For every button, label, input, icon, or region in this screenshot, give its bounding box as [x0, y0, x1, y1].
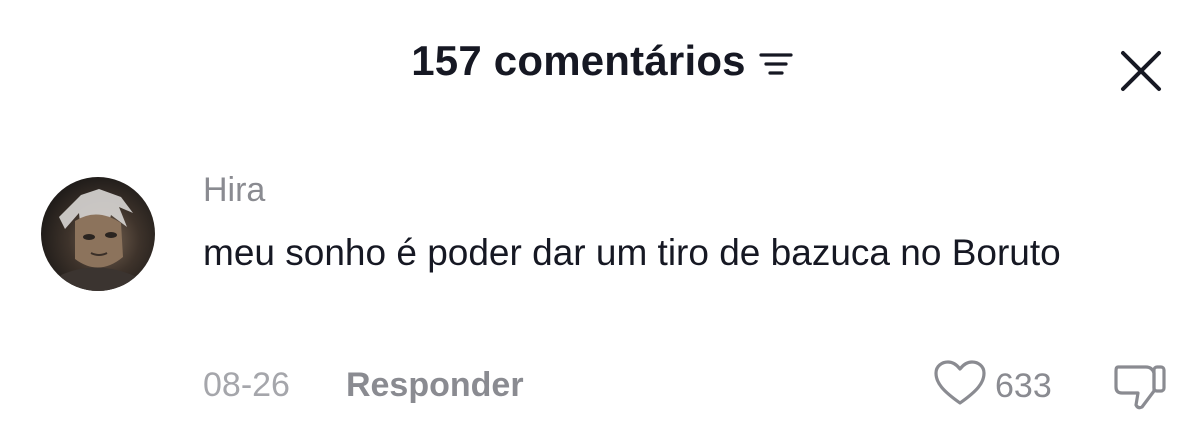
- comment-username[interactable]: Hira: [203, 170, 265, 210]
- comment-item: Hira meu sonho é poder dar um tiro de ba…: [0, 170, 1199, 442]
- sort-filter-icon[interactable]: [756, 47, 796, 81]
- comment-meta: 08-26 Responder: [203, 365, 524, 405]
- like-button[interactable]: 633: [933, 359, 1052, 412]
- close-icon[interactable]: [1117, 47, 1165, 95]
- thumbs-down-icon[interactable]: [1112, 361, 1168, 411]
- user-avatar[interactable]: [41, 177, 155, 291]
- like-count: 633: [995, 366, 1052, 405]
- comment-text: meu sonho é poder dar um tiro de bazuca …: [203, 232, 1061, 273]
- comments-header: 157 comentários: [0, 0, 1199, 140]
- comment-date: 08-26: [203, 366, 290, 404]
- heart-icon: [933, 359, 987, 412]
- header-title-group: 157 comentários: [0, 40, 1199, 82]
- reply-button[interactable]: Responder: [346, 365, 524, 405]
- comments-count-title: 157 comentários: [411, 37, 746, 84]
